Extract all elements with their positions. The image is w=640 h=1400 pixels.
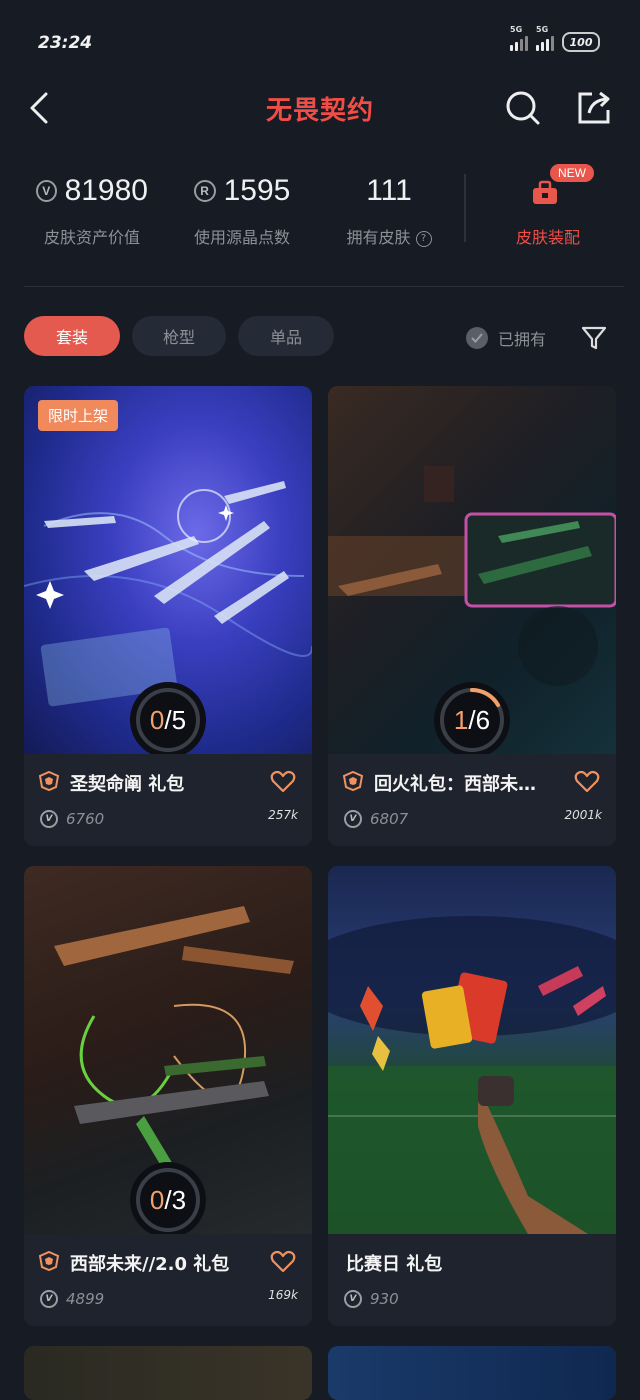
- bundle-card[interactable]: 0/3 西部未来//2.0 礼包 V 4899 169k: [24, 866, 312, 1326]
- signal-icon: 5G: [510, 25, 528, 51]
- bundle-info: 西部未来//2.0 礼包 V 4899 169k: [24, 1234, 312, 1326]
- bundle-price: V 6807: [344, 810, 408, 828]
- bundle-price: V 6760: [40, 810, 104, 828]
- like-count: 2001k: [564, 808, 603, 822]
- heart-icon[interactable]: [270, 770, 296, 794]
- heart-icon[interactable]: [574, 770, 600, 794]
- filter-bar: 套装 枪型 单品 已拥有: [0, 316, 640, 358]
- heart-icon[interactable]: [270, 1250, 296, 1274]
- bundle-title: 回火礼包：西部未…: [374, 774, 536, 795]
- bundle-card[interactable]: [328, 1346, 616, 1400]
- skins-owned-stat[interactable]: 111 拥有皮肤 ?: [336, 160, 442, 248]
- tab-gun-type[interactable]: 枪型: [132, 316, 226, 356]
- app-title: 无畏契约: [265, 96, 374, 126]
- vp-coin-icon: V: [40, 810, 58, 828]
- bundle-card[interactable]: [24, 1346, 312, 1400]
- collection-progress: 0/3: [130, 1162, 206, 1238]
- battery-icon: 100: [562, 32, 600, 52]
- status-time: 23:24: [38, 33, 93, 53]
- radianite-stat: R 1595 使用源晶点数: [193, 174, 291, 247]
- bundle-price: V 930: [344, 1290, 399, 1308]
- bundle-title: 圣契命阐 礼包: [70, 774, 185, 795]
- filter-icon[interactable]: [580, 324, 608, 352]
- section-divider: [24, 286, 624, 287]
- limited-time-badge: 限时上架: [38, 400, 119, 431]
- help-icon[interactable]: ?: [415, 230, 432, 247]
- collection-progress: 1/6: [434, 682, 510, 758]
- owned-toggle[interactable]: 已拥有: [466, 326, 546, 350]
- vp-coin-icon: V: [344, 1290, 362, 1308]
- share-button[interactable]: [574, 88, 614, 128]
- bundle-card[interactable]: 比赛日 礼包 V 930: [328, 866, 616, 1326]
- stats-divider: [464, 174, 466, 242]
- vp-coin-icon: V: [40, 1290, 58, 1308]
- outfit-bag-icon[interactable]: [531, 180, 559, 206]
- rarity-shield-icon: [38, 1250, 60, 1272]
- bundle-artwork: [328, 866, 616, 1234]
- bundle-card[interactable]: 限时上架 0/5 圣契命阐 礼包 V 6760 257k: [24, 386, 312, 846]
- collection-progress: 0/5: [130, 682, 206, 758]
- tab-sets[interactable]: 套装: [24, 316, 120, 356]
- rarity-shield-icon: [38, 770, 60, 792]
- like-count: 257k: [268, 808, 298, 822]
- rarity-shield-icon: [342, 770, 364, 792]
- signal-icon: 5G: [536, 25, 554, 51]
- status-bar: 23:24 5G 5G 100: [0, 0, 640, 80]
- vp-coin-icon: V: [36, 180, 57, 202]
- like-count: 169k: [268, 1288, 298, 1302]
- bundle-price: V 4899: [40, 1290, 104, 1308]
- search-button[interactable]: [503, 88, 543, 128]
- search-icon: [506, 91, 540, 125]
- bundle-title: 比赛日 礼包: [346, 1254, 443, 1275]
- signal-indicators: 5G 5G 100: [510, 25, 600, 52]
- app-bar: 无畏契约: [0, 80, 640, 140]
- checkmark-icon: [466, 327, 488, 349]
- bundle-info: 比赛日 礼包 V 930: [328, 1234, 616, 1326]
- outfit-button[interactable]: 皮肤装配: [508, 224, 588, 248]
- radianite-coin-icon: R: [193, 180, 216, 202]
- vp-coin-icon: V: [344, 810, 362, 828]
- bundle-info: 圣契命阐 礼包 V 6760 257k: [24, 754, 312, 846]
- tab-single-item[interactable]: 单品: [238, 316, 334, 356]
- bundle-card[interactable]: 1/6 回火礼包：西部未… V 6807 2001k: [328, 386, 616, 846]
- asset-value-stat: V 81980 皮肤资产价值: [36, 160, 148, 248]
- share-icon: [578, 91, 610, 124]
- bundle-title: 西部未来//2.0 礼包: [70, 1254, 230, 1275]
- bundle-info: 回火礼包：西部未… V 6807 2001k: [328, 754, 616, 846]
